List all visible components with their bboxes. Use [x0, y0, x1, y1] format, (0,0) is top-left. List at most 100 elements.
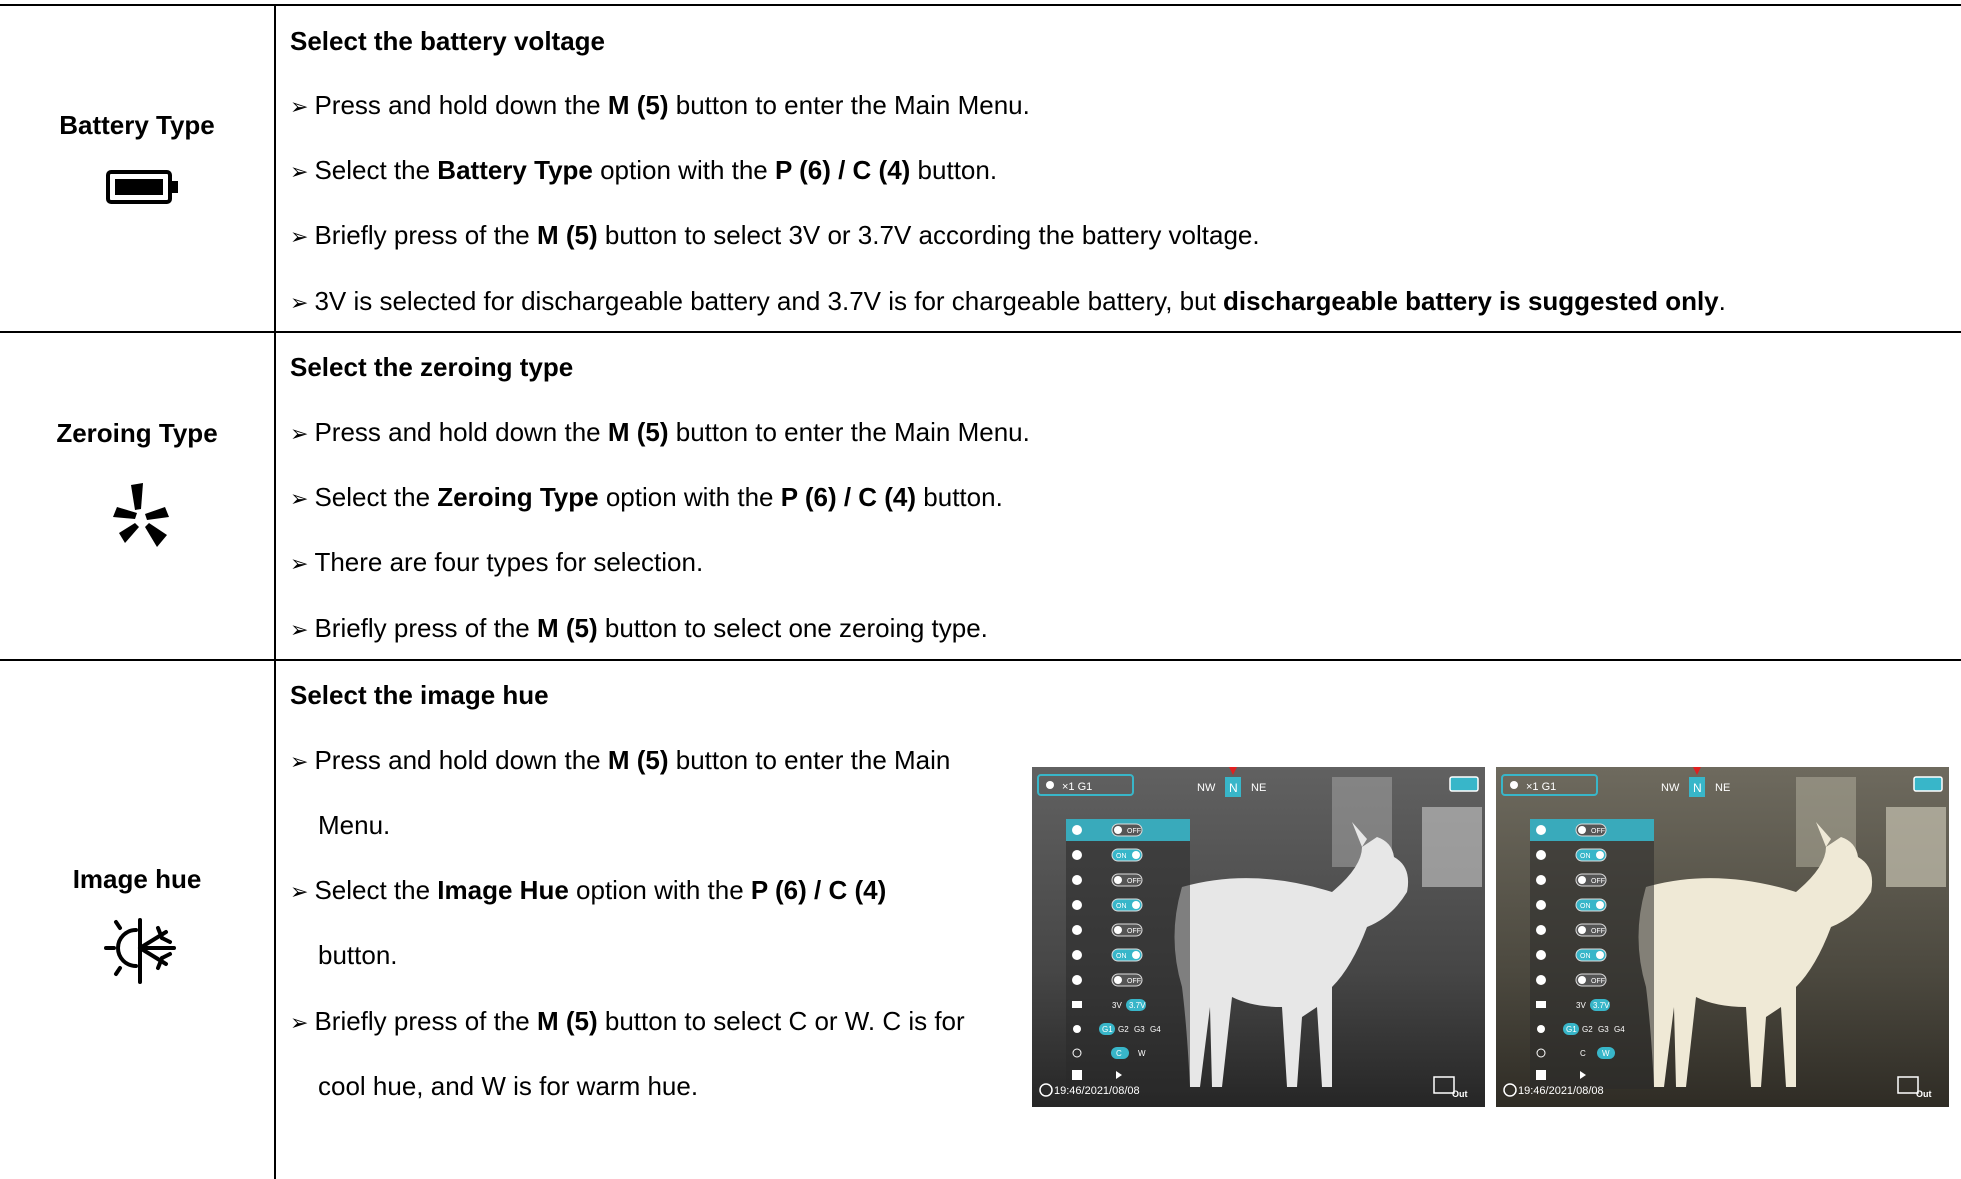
thermal-screenshot-cool-hue: ×1 G1 NW N NE OFF ON OFF ON OFF ON OFF 3V 3.7V G1 G2 G3… — [1032, 767, 1485, 1107]
menu-row-icon — [1072, 825, 1082, 835]
thermal-screenshot-warm-hue: ×1 G1 NW N NE OFF ON OFF ON OFF ON OFF 3V 3.7V G1 G2 G3… — [1496, 767, 1949, 1107]
menu-battery-3v: 3V — [1112, 1001, 1122, 1010]
menu-toggle-knob — [1578, 926, 1586, 934]
menu-row-icon — [1536, 850, 1546, 860]
menu-zeroing-option: G1 — [1566, 1025, 1577, 1034]
timestamp: 19:46/2021/08/08 — [1518, 1085, 1604, 1097]
menu-toggle-knob — [1578, 876, 1586, 884]
menu-hue-option: C — [1580, 1049, 1586, 1058]
menu-toggle-label: OFF — [1591, 978, 1605, 985]
hue-step-1-continuation: Menu. — [318, 810, 391, 840]
table-top-border — [0, 4, 1961, 6]
zeroing-section-title: Select the zeroing type — [290, 352, 574, 382]
menu-toggle-knob — [1114, 976, 1122, 984]
menu-toggle-label: ON — [1580, 903, 1591, 910]
arrow-bullet-icon: ➢ — [290, 750, 309, 775]
compass-nw: NW — [1661, 782, 1680, 794]
menu-more-icon — [1536, 1070, 1546, 1080]
brightness-icon — [1510, 781, 1518, 789]
arrow-bullet-icon: ➢ — [290, 225, 309, 250]
arrow-bullet-icon: ➢ — [290, 422, 309, 447]
zeroing-step-3: ➢ There are four types for selection. — [290, 547, 704, 577]
menu-zeroing-option: G3 — [1134, 1025, 1145, 1034]
menu-toggle-knob — [1114, 826, 1122, 834]
arrow-bullet-icon: ➢ — [290, 487, 309, 512]
row-divider-2 — [0, 659, 1961, 661]
arrow-bullet-icon: ➢ — [290, 552, 309, 577]
menu-battery-3v: 3V — [1576, 1001, 1586, 1010]
zeroing-type-label: Zeroing Type — [56, 418, 218, 448]
menu-toggle-label: ON — [1116, 953, 1127, 960]
hue-step-1: ➢ Press and hold down the M (5) button to… — [290, 745, 951, 775]
background-structure — [1422, 807, 1482, 887]
menu-zeroing-option: G1 — [1102, 1025, 1113, 1034]
menu-hue-option: W — [1138, 1049, 1146, 1058]
image-hue-icon — [104, 918, 180, 989]
image-hue-label-cell: Image hue — [0, 864, 274, 895]
menu-zeroing-icon — [1537, 1025, 1545, 1033]
compass-ne: NE — [1251, 782, 1266, 794]
out-label: Out — [1916, 1089, 1932, 1099]
menu-row-icon — [1536, 900, 1546, 910]
menu-zeroing-icon — [1073, 1025, 1081, 1033]
battery-type-label: Battery Type — [59, 110, 215, 140]
menu-toggle-label: ON — [1580, 853, 1591, 860]
arrow-bullet-icon: ➢ — [290, 880, 309, 905]
menu-row-icon — [1072, 950, 1082, 960]
column-divider — [274, 6, 276, 1179]
menu-row-icon — [1536, 950, 1546, 960]
menu-zeroing-option: G4 — [1150, 1025, 1161, 1034]
menu-row-icon — [1536, 875, 1546, 885]
battery-step-1: ➢ Press and hold down the M (5) button to… — [290, 90, 1030, 120]
hue-step-3-continuation: cool hue, and W is for warm hue. — [318, 1071, 699, 1101]
menu-row-icon — [1536, 925, 1546, 935]
zeroing-icon — [113, 483, 169, 558]
menu-toggle-label: OFF — [1591, 878, 1605, 885]
menu-toggle-knob — [1578, 976, 1586, 984]
menu-zeroing-option: G2 — [1118, 1025, 1129, 1034]
out-label: Out — [1452, 1089, 1468, 1099]
battery-section-title: Select the battery voltage — [290, 26, 605, 56]
menu-row-icon — [1072, 875, 1082, 885]
menu-toggle-label: ON — [1116, 853, 1127, 860]
device-battery-icon — [1913, 776, 1943, 792]
battery-step-2: ➢ Select the Battery Type option with the… — [290, 155, 998, 185]
menu-row-icon — [1536, 825, 1546, 835]
menu-hue-option: C — [1116, 1049, 1122, 1058]
menu-more-icon — [1072, 1070, 1082, 1080]
compass-nw: NW — [1197, 782, 1216, 794]
battery-icon — [106, 170, 180, 209]
menu-zeroing-option: G2 — [1582, 1025, 1593, 1034]
image-hue-label: Image hue — [72, 864, 202, 894]
battery-step-3: ➢ Briefly press of the M (5) button to se… — [290, 220, 1260, 250]
menu-row-icon — [1072, 975, 1082, 985]
menu-toggle-knob — [1578, 826, 1586, 834]
zeroing-type-label-cell: Zeroing Type — [0, 418, 274, 449]
compass-n: N — [1693, 781, 1702, 795]
menu-toggle-knob — [1132, 951, 1140, 959]
battery-type-label-cell: Battery Type — [0, 110, 274, 141]
compass-ne: NE — [1715, 782, 1730, 794]
hue-section-title: Select the image hue — [290, 680, 549, 710]
menu-hue-option: W — [1602, 1049, 1610, 1058]
arrow-bullet-icon: ➢ — [290, 291, 309, 316]
arrow-bullet-icon: ➢ — [290, 95, 309, 120]
menu-toggle-knob — [1596, 901, 1604, 909]
menu-battery-icon — [1072, 1001, 1082, 1008]
menu-toggle-knob — [1132, 851, 1140, 859]
menu-toggle-label: OFF — [1127, 928, 1141, 935]
menu-toggle-label: ON — [1116, 903, 1127, 910]
zeroing-step-2: ➢ Select the Zeroing Type option with the… — [290, 482, 1003, 512]
menu-toggle-knob — [1132, 901, 1140, 909]
menu-row-icon — [1536, 975, 1546, 985]
menu-toggle-knob — [1596, 951, 1604, 959]
menu-row-icon — [1072, 850, 1082, 860]
row-divider-1 — [0, 331, 1961, 333]
zeroing-step-1: ➢ Press and hold down the M (5) button to… — [290, 417, 1030, 447]
menu-toggle-label: ON — [1580, 953, 1591, 960]
menu-zeroing-option: G4 — [1614, 1025, 1625, 1034]
menu-toggle-knob — [1596, 851, 1604, 859]
menu-battery-icon — [1536, 1001, 1546, 1008]
arrow-bullet-icon: ➢ — [290, 160, 309, 185]
menu-toggle-label: OFF — [1591, 928, 1605, 935]
